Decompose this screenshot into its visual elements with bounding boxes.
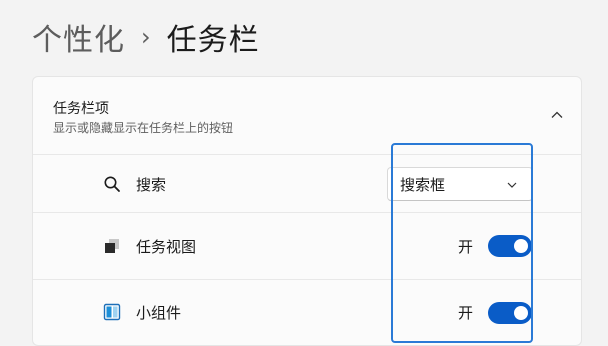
task-view-icon	[105, 239, 119, 253]
section-title: 任务栏项	[53, 101, 109, 117]
search-icon	[104, 176, 120, 192]
task-view-label: 任务视图	[136, 238, 197, 256]
widgets-row: 小组件 开	[33, 280, 581, 345]
breadcrumb-separator-icon: ›	[141, 23, 151, 51]
chevron-up-icon[interactable]	[549, 107, 565, 123]
widgets-toggle-state: 开	[458, 304, 474, 322]
section-subtitle: 显示或隐藏显示在任务栏上的按钮	[53, 121, 234, 135]
search-mode-dropdown[interactable]: 搜索框	[387, 167, 533, 201]
task-view-toggle-state: 开	[458, 238, 474, 256]
breadcrumb: 个性化 › 任务栏	[32, 12, 260, 62]
taskbar-items-header[interactable]: 任务栏项 显示或隐藏显示在任务栏上的按钮	[33, 77, 581, 155]
search-mode-value: 搜索框	[400, 175, 446, 194]
taskbar-items-panel: 任务栏项 显示或隐藏显示在任务栏上的按钮 搜索 搜索框 任务视图 开 小组件 开	[32, 76, 582, 346]
breadcrumb-parent[interactable]: 个性化	[32, 15, 125, 59]
task-view-toggle[interactable]	[488, 235, 532, 257]
widgets-icon	[103, 303, 121, 321]
page-title: 任务栏	[166, 23, 260, 58]
toggle-knob	[514, 306, 528, 320]
search-label: 搜索	[136, 176, 167, 194]
task-view-row: 任务视图 开	[33, 213, 581, 280]
search-row: 搜索 搜索框	[33, 155, 581, 213]
toggle-knob	[514, 239, 528, 253]
widgets-label: 小组件	[136, 304, 182, 322]
chevron-down-icon	[507, 182, 517, 188]
widgets-toggle[interactable]	[488, 302, 532, 324]
